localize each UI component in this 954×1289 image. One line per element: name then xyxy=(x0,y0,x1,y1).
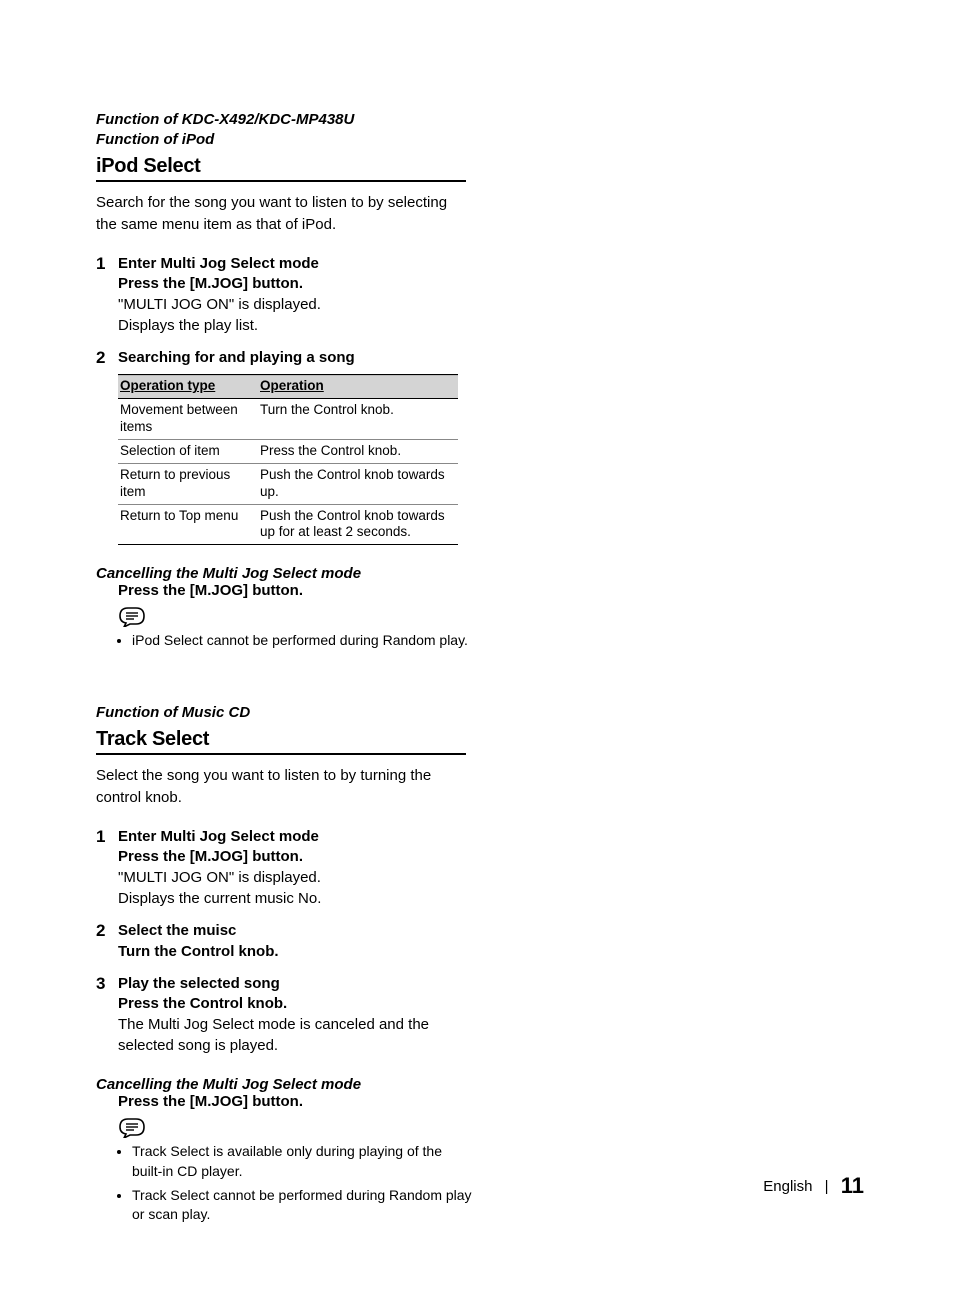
notes-list: Track Select is available only during pl… xyxy=(118,1142,472,1224)
step-body-line: Displays the current music No. xyxy=(118,888,478,909)
section-title-track-select: Track Select xyxy=(96,728,576,751)
step-number: 2 xyxy=(96,348,105,368)
table-header: Operation xyxy=(258,375,458,399)
step-number: 3 xyxy=(96,974,105,994)
title-divider xyxy=(96,753,466,755)
step-body-line: Displays the play list. xyxy=(118,315,478,336)
step-number: 2 xyxy=(96,921,105,941)
table-cell: Return to previous item xyxy=(118,463,258,504)
step-subheading: Press the [M.JOG] button. xyxy=(118,847,478,867)
cancel-subheading: Press the [M.JOG] button. xyxy=(118,582,576,599)
page-footer: English | 11 xyxy=(763,1173,864,1199)
note-item: iPod Select cannot be performed during R… xyxy=(132,631,472,651)
step-heading: Enter Multi Jog Select mode xyxy=(118,254,478,274)
step-1: 1 Enter Multi Jog Select mode Press the … xyxy=(96,827,478,910)
note-icon xyxy=(118,605,576,627)
step-2: 2 Select the muisc Turn the Control knob… xyxy=(96,921,478,962)
step-body-line: "MULTI JOG ON" is displayed. xyxy=(118,294,478,315)
section-intro: Search for the song you want to listen t… xyxy=(96,192,456,236)
table-cell: Movement between items xyxy=(118,399,258,440)
note-item: Track Select cannot be performed during … xyxy=(132,1186,472,1225)
step-3: 3 Play the selected song Press the Contr… xyxy=(96,974,478,1057)
step-number: 1 xyxy=(96,254,105,274)
step-heading: Enter Multi Jog Select mode xyxy=(118,827,478,847)
step-2: 2 Searching for and playing a song Opera… xyxy=(96,348,478,545)
function-context-line: Function of Music CD xyxy=(96,703,576,723)
table-cell: Push the Control knob towards up for at … xyxy=(258,504,458,545)
cancel-subheading: Press the [M.JOG] button. xyxy=(118,1093,576,1110)
table-row: Selection of item Press the Control knob… xyxy=(118,439,458,463)
table-row: Return to previous item Push the Control… xyxy=(118,463,458,504)
footer-language: English xyxy=(763,1178,812,1195)
step-body-line: The Multi Jog Select mode is canceled an… xyxy=(118,1014,478,1056)
notes-list: iPod Select cannot be performed during R… xyxy=(118,631,472,651)
step-heading: Searching for and playing a song xyxy=(118,348,478,368)
note-icon xyxy=(118,1116,576,1138)
manual-page: Function of KDC-X492/KDC-MP438U Function… xyxy=(0,0,666,1289)
table-cell: Return to Top menu xyxy=(118,504,258,545)
step-body-line: "MULTI JOG ON" is displayed. xyxy=(118,867,478,888)
step-subheading: Press the Control knob. xyxy=(118,994,478,1014)
footer-separator: | xyxy=(825,1178,829,1195)
function-context-line: Function of iPod xyxy=(96,130,576,150)
step-number: 1 xyxy=(96,827,105,847)
step-subheading: Turn the Control knob. xyxy=(118,942,478,962)
table-cell: Turn the Control knob. xyxy=(258,399,458,440)
table-cell: Push the Control knob towards up. xyxy=(258,463,458,504)
table-row: Movement between items Turn the Control … xyxy=(118,399,458,440)
table-row: Return to Top menu Push the Control knob… xyxy=(118,504,458,545)
note-item: Track Select is available only during pl… xyxy=(132,1142,472,1181)
page-number: 11 xyxy=(841,1173,864,1198)
table-header: Operation type xyxy=(118,375,258,399)
operation-table: Operation type Operation Movement betwee… xyxy=(118,374,458,545)
table-cell: Selection of item xyxy=(118,439,258,463)
section-title-ipod-select: iPod Select xyxy=(96,155,576,178)
function-context-line: Function of KDC-X492/KDC-MP438U xyxy=(96,110,576,130)
section-intro: Select the song you want to listen to by… xyxy=(96,765,456,809)
title-divider xyxy=(96,180,466,182)
cancel-heading: Cancelling the Multi Jog Select mode xyxy=(96,1076,576,1093)
step-subheading: Press the [M.JOG] button. xyxy=(118,274,478,294)
step-heading: Select the muisc xyxy=(118,921,478,941)
step-1: 1 Enter Multi Jog Select mode Press the … xyxy=(96,254,478,337)
cancel-heading: Cancelling the Multi Jog Select mode xyxy=(96,565,576,582)
step-heading: Play the selected song xyxy=(118,974,478,994)
table-cell: Press the Control knob. xyxy=(258,439,458,463)
